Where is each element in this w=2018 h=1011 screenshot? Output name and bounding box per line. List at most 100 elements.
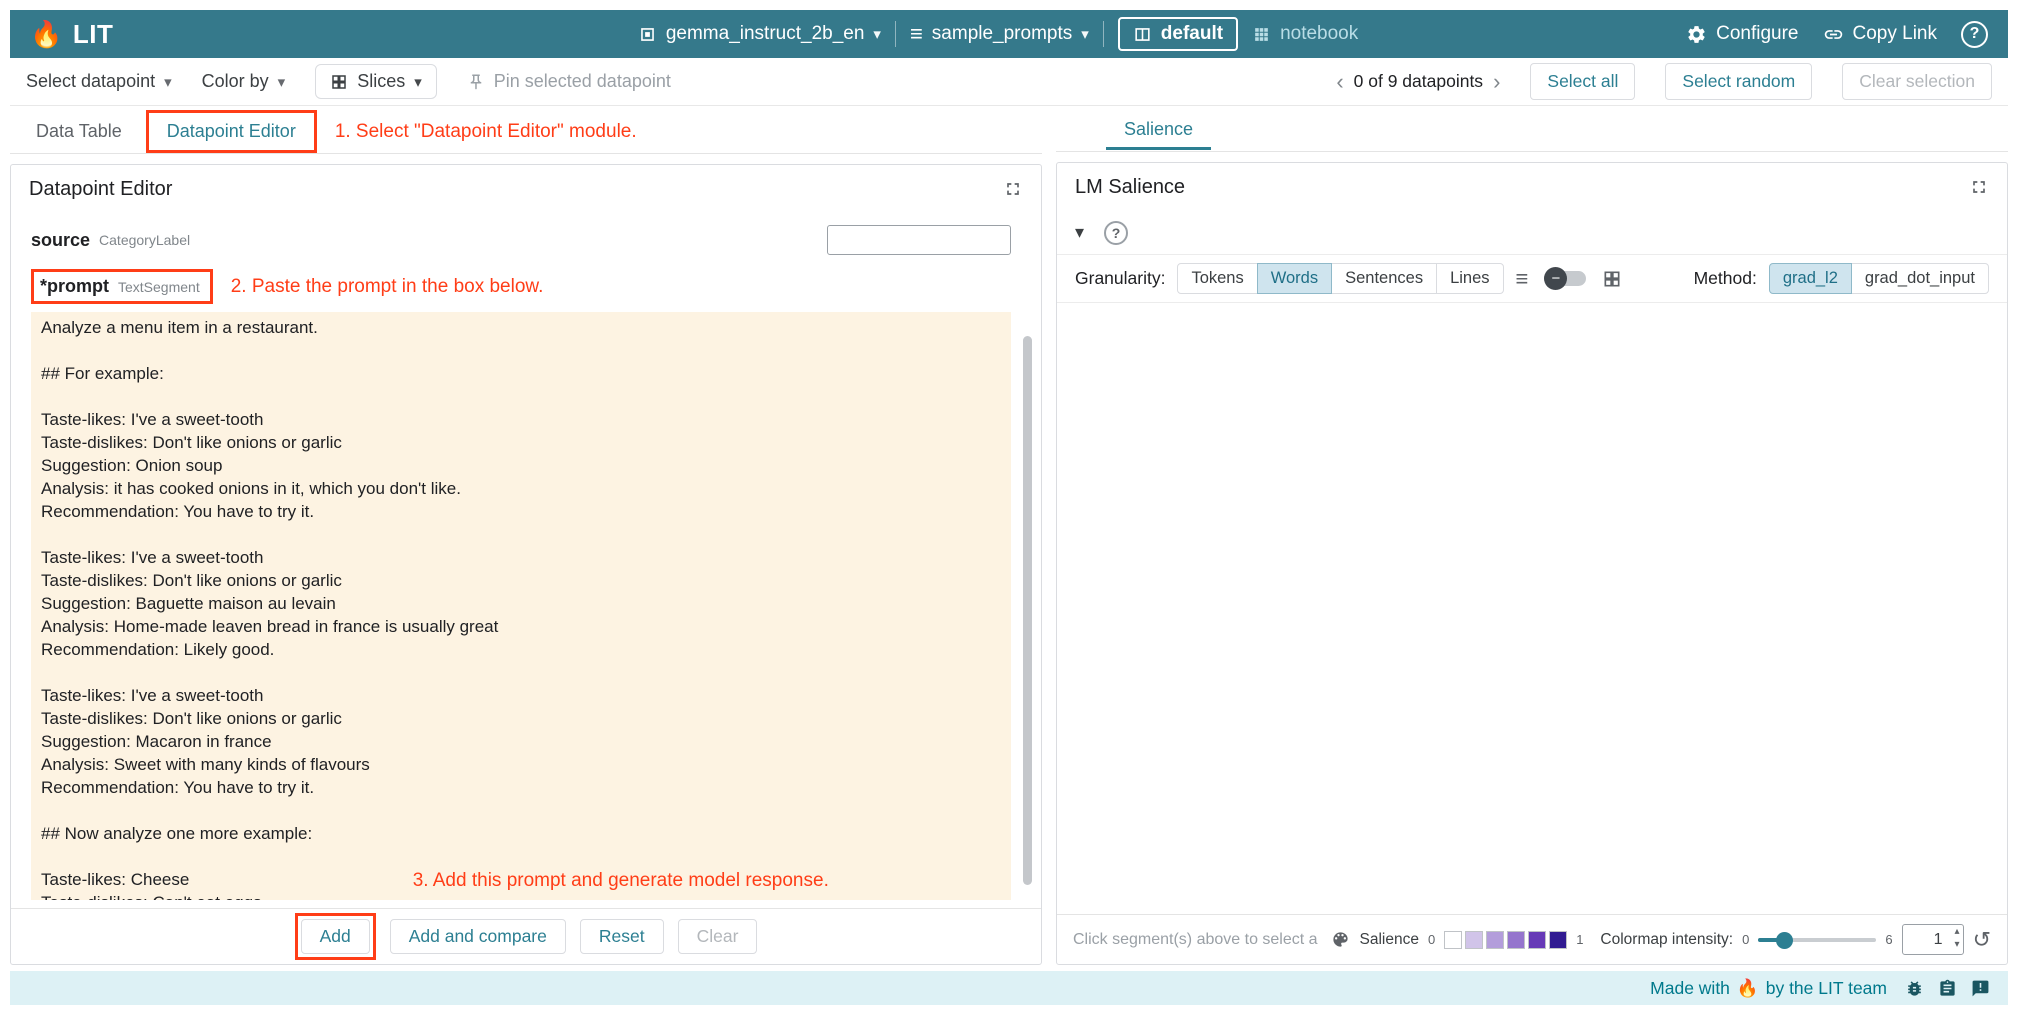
toggle-knob[interactable]: −	[1544, 267, 1567, 290]
fire-icon: 🔥	[1737, 978, 1759, 999]
spinner-down-icon[interactable]: ▾	[1955, 940, 1960, 953]
layout-tab-notebook[interactable]: notebook	[1252, 23, 1358, 45]
footer-text-suffix: by the LIT team	[1766, 978, 1887, 999]
prev-datapoint-icon[interactable]: ‹	[1336, 71, 1343, 93]
model-selector[interactable]: gemma_instruct_2b_en ▾	[638, 23, 881, 45]
app-footer: Made with 🔥 by the LIT team	[10, 971, 2008, 1005]
salience-target-row: ▾ ?	[1057, 211, 2007, 255]
help-icon[interactable]: ?	[1961, 21, 1988, 48]
method-grad-l2-button[interactable]: grad_l2	[1769, 263, 1852, 294]
layout-icon	[1133, 25, 1152, 44]
color-by-label: Color by	[202, 71, 269, 92]
lm-salience-title: LM Salience	[1075, 176, 1185, 199]
salience-footer: Click segment(s) above to select a targe…	[1057, 914, 2007, 964]
module-scrollbar[interactable]	[1023, 325, 1032, 896]
prompt-field-row: *prompt TextSegment 2. Paste the prompt …	[31, 269, 1011, 304]
tab-data-table[interactable]: Data Table	[18, 113, 140, 150]
datapoint-editor-body: source CategoryLabel *prompt TextSegment…	[11, 213, 1041, 908]
copy-link-button[interactable]: Copy Link	[1823, 23, 1938, 45]
annotation-box-step1: Datapoint Editor	[146, 110, 317, 153]
annotation-box-add: Add	[295, 913, 376, 960]
reset-button[interactable]: Reset	[580, 919, 664, 954]
scrollbar-thumb[interactable]	[1023, 336, 1032, 884]
granularity-words-button[interactable]: Words	[1257, 263, 1332, 294]
source-input[interactable]	[827, 225, 1011, 255]
select-datapoint-dropdown[interactable]: Select datapoint ▾	[26, 71, 172, 92]
tab-salience[interactable]: Salience	[1106, 111, 1211, 150]
pagination-text: 0 of 9 datapoints	[1354, 71, 1483, 92]
slices-label: Slices	[357, 71, 405, 92]
lit-app: 🔥 LIT gemma_instruct_2b_en ▾ ≡ sample_pr…	[0, 0, 2018, 1011]
slider-thumb[interactable]	[1776, 932, 1793, 949]
salience-hint-text: Click segment(s) above to select a targe…	[1073, 931, 1322, 949]
dataset-selector[interactable]: ≡ sample_prompts ▾	[910, 21, 1089, 47]
footer-credit: Made with 🔥 by the LIT team	[1650, 978, 1887, 999]
pin-label: Pin selected datapoint	[494, 71, 671, 92]
model-icon	[638, 25, 657, 44]
pin-selected-datapoint-button[interactable]: Pin selected datapoint	[467, 71, 671, 92]
clear-selection-button[interactable]: Clear selection	[1842, 63, 1992, 100]
tab-datapoint-editor[interactable]: Datapoint Editor	[149, 113, 314, 150]
help-icon[interactable]: ?	[1104, 221, 1128, 245]
dataset-selector-label: sample_prompts	[932, 23, 1072, 45]
number-spinner: ▴ ▾	[1955, 927, 1960, 953]
target-dropdown[interactable]: ▾	[1075, 222, 1084, 243]
colormap-intensity-slider[interactable]	[1758, 938, 1876, 942]
intensity-number-input[interactable]: 1 ▴ ▾	[1902, 924, 1964, 955]
annotation-step2: 2. Paste the prompt in the box below.	[231, 276, 544, 298]
chevron-down-icon: ▾	[278, 73, 286, 91]
granularity-tokens-button[interactable]: Tokens	[1177, 263, 1257, 294]
next-datapoint-icon[interactable]: ›	[1493, 71, 1500, 93]
source-field-row: source CategoryLabel	[31, 225, 1011, 255]
slider-min-label: 0	[1742, 932, 1749, 947]
clear-button[interactable]: Clear	[678, 919, 758, 954]
topbar-center: gemma_instruct_2b_en ▾ ≡ sample_prompts …	[310, 17, 1686, 51]
grid-view-icon[interactable]	[1602, 269, 1622, 289]
add-button[interactable]: Add	[301, 919, 370, 954]
method-grad-dot-input-button[interactable]: grad_dot_input	[1851, 263, 1989, 294]
prompt-textarea[interactable]: Analyze a menu item in a restaurant. ## …	[31, 312, 1011, 900]
granularity-sentences-button[interactable]: Sentences	[1331, 263, 1437, 294]
chevron-down-icon: ▾	[164, 73, 172, 91]
select-all-button[interactable]: Select all	[1530, 63, 1635, 100]
configure-button[interactable]: Configure	[1686, 23, 1798, 45]
select-random-button[interactable]: Select random	[1665, 63, 1812, 100]
slices-button[interactable]: Slices ▾	[315, 64, 437, 99]
documentation-icon[interactable]	[1938, 979, 1957, 998]
layout-default-label: default	[1161, 23, 1223, 45]
right-tabstrip: Salience	[1056, 110, 2008, 152]
topbar-right: Configure Copy Link ?	[1686, 21, 1988, 48]
palette-icon	[1331, 930, 1350, 949]
salience-swatch	[1549, 931, 1567, 949]
feedback-icon[interactable]	[1971, 979, 1990, 998]
datapoint-editor-title: Datapoint Editor	[29, 178, 172, 201]
salience-swatch	[1507, 931, 1525, 949]
copy-link-label: Copy Link	[1853, 23, 1938, 45]
prompt-field-name: *prompt	[40, 276, 109, 297]
app-logo: 🔥 LIT	[30, 19, 310, 50]
granularity-segmented-control: Tokens Words Sentences Lines	[1177, 263, 1503, 294]
salience-swatch	[1528, 931, 1546, 949]
expand-icon[interactable]	[1969, 177, 1989, 197]
add-and-compare-button[interactable]: Add and compare	[390, 919, 566, 954]
granularity-lines-button[interactable]: Lines	[1436, 263, 1503, 294]
salience-swatch	[1486, 931, 1504, 949]
chevron-down-icon: ▾	[873, 25, 881, 43]
salience-swatch	[1465, 931, 1483, 949]
top-bar: 🔥 LIT gemma_instruct_2b_en ▾ ≡ sample_pr…	[10, 10, 2008, 58]
method-label: Method:	[1694, 268, 1757, 289]
app-title: LIT	[73, 19, 114, 50]
salience-canvas	[1057, 303, 2007, 914]
reset-colormap-icon[interactable]: ↺	[1973, 929, 1991, 951]
density-icon[interactable]: ≡	[1516, 268, 1529, 290]
selection-toolbar: Select datapoint ▾ Color by ▾ Slices ▾ P…	[10, 58, 2008, 106]
layout-tab-default[interactable]: default	[1118, 17, 1238, 51]
expand-icon[interactable]	[1003, 179, 1023, 199]
annotation-step1: 1. Select "Datapoint Editor" module.	[335, 121, 637, 143]
slices-grid-icon	[330, 73, 348, 91]
focus-toggle[interactable]: −	[1544, 271, 1586, 286]
color-by-dropdown[interactable]: Color by ▾	[202, 71, 286, 92]
divider	[1103, 21, 1104, 47]
configure-label: Configure	[1716, 23, 1798, 45]
bug-report-icon[interactable]	[1905, 979, 1924, 998]
